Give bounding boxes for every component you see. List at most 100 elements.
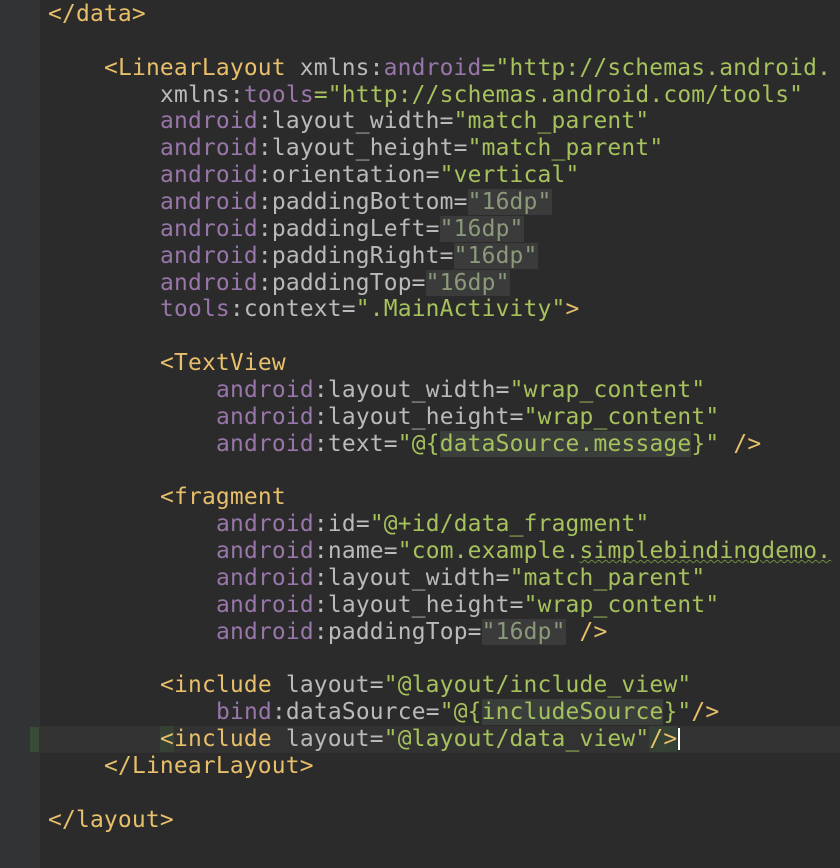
code-line[interactable]: xmlns:tools="http://schemas.android.com/… <box>160 82 803 109</box>
code-token: android <box>216 511 314 538</box>
code-token: xmlns: <box>299 54 384 81</box>
code-token: android <box>216 618 314 645</box>
code-token: android <box>216 430 314 457</box>
code-line[interactable]: <TextView <box>160 350 286 377</box>
code-token: < <box>160 725 174 752</box>
code-token: :paddingTop= <box>313 618 482 645</box>
code-token: <LinearLayout <box>104 54 300 81</box>
code-token: android <box>160 135 258 162</box>
code-token: </data> <box>48 1 146 27</box>
code-token: android <box>216 403 314 430</box>
code-token: <fragment <box>160 484 286 511</box>
code-token: "wrap_content" <box>509 376 706 403</box>
code-token: "16dp" <box>467 188 552 215</box>
code-line[interactable]: </LinearLayout> <box>104 753 314 780</box>
code-token: android <box>216 376 314 403</box>
code-line[interactable]: android:layout_height="match_parent" <box>160 135 663 162</box>
code-line[interactable]: android:layout_width="wrap_content" <box>216 377 705 404</box>
code-token: "@layout/data_view" <box>383 725 650 752</box>
code-token: /> <box>649 725 678 752</box>
code-token: </layout> <box>48 806 174 833</box>
code-token: ="http://schemas.android.com/tools" <box>313 81 804 108</box>
code-line[interactable]: tools:context=".MainActivity"> <box>160 296 579 323</box>
code-token: android <box>216 564 314 591</box>
code-line[interactable]: android:paddingRight="16dp" <box>160 242 538 270</box>
code-token: "match_parent" <box>453 108 650 135</box>
code-token: :paddingBottom= <box>257 188 468 215</box>
code-token: :context= <box>229 296 356 323</box>
code-line[interactable]: android:paddingLeft="16dp" <box>160 215 524 243</box>
code-line[interactable]: <fragment <box>160 484 286 511</box>
code-token: android <box>160 162 258 189</box>
change-marker <box>30 727 39 752</box>
code-token: android <box>383 54 482 81</box>
code-token: :layout_height= <box>257 135 468 162</box>
code-line[interactable]: android:layout_height="wrap_content" <box>216 404 719 431</box>
code-line[interactable]: android:layout_height="wrap_content" <box>216 592 719 619</box>
code-line[interactable]: <include layout="@layout/data_view"/> <box>160 725 681 753</box>
code-token: include <box>173 725 286 752</box>
code-line[interactable]: android:layout_width="match_parent" <box>216 565 705 592</box>
code-token: :layout_width= <box>257 108 454 135</box>
code-token: :paddingLeft= <box>257 215 440 242</box>
code-token: }" <box>691 430 720 457</box>
code-token: includeSource <box>481 699 664 726</box>
code-line[interactable]: android:text="@{dataSource.message}" /> <box>216 430 762 458</box>
code-line[interactable]: android:id="@+id/data_fragment" <box>216 511 649 538</box>
code-token: dataSource.message <box>439 430 692 457</box>
code-token: "@{ <box>397 430 440 457</box>
code-line[interactable]: android:name="com.example.simplebindingd… <box>216 538 831 565</box>
text-caret <box>678 728 681 751</box>
code-token: ="http://schemas.android. <box>481 54 832 81</box>
code-token: :layout_height= <box>313 591 524 618</box>
code-token: tools <box>243 81 314 108</box>
code-token: :layout_width= <box>313 376 510 403</box>
code-token: "16dp" <box>425 269 510 296</box>
code-line[interactable]: <LinearLayout xmlns:android="http://sche… <box>104 55 831 82</box>
code-token: android <box>216 591 314 618</box>
code-token: :orientation= <box>257 162 440 189</box>
code-line[interactable]: android:layout_width="match_parent" <box>160 108 649 135</box>
code-token: /> <box>565 618 608 645</box>
code-token: <TextView <box>160 350 286 377</box>
code-line[interactable]: bind:dataSource="@{includeSource}"/> <box>216 699 719 726</box>
code-token: "16dp" <box>453 242 538 269</box>
code-editor[interactable]: </data> <LinearLayout xmlns:android="http… <box>0 0 840 868</box>
code-token: layout= <box>285 725 384 752</box>
code-line[interactable]: </layout> <box>48 807 174 834</box>
code-line[interactable]: android:paddingTop="16dp" <box>160 269 510 297</box>
code-token: :paddingTop= <box>257 269 426 296</box>
code-line[interactable]: android:orientation="vertical" <box>160 162 579 189</box>
code-token: "16dp" <box>439 215 524 242</box>
code-token: android <box>160 108 258 135</box>
code-token: :name= <box>313 538 398 564</box>
code-token: android <box>160 188 258 215</box>
code-token: bind <box>216 699 272 726</box>
code-token: android <box>160 215 258 242</box>
code-token: "@layout/include_view" <box>383 672 692 699</box>
code-token: > <box>565 296 580 323</box>
code-token: </LinearLayout> <box>104 752 314 779</box>
code-token: "match_parent" <box>509 564 706 591</box>
code-line[interactable]: <include layout="@layout/include_view" <box>160 672 691 699</box>
code-token: :paddingRight= <box>257 242 454 269</box>
code-token: android <box>160 242 258 269</box>
code-token: <include <box>160 672 286 699</box>
code-token: "wrap_content" <box>523 591 720 618</box>
code-token: simplebindingdemo. <box>579 538 832 564</box>
code-line[interactable]: android:paddingBottom="16dp" <box>160 188 552 216</box>
code-token: :layout_width= <box>313 564 510 591</box>
code-token: "@+id/data_fragment" <box>369 511 650 538</box>
code-line[interactable]: android:paddingTop="16dp" /> <box>216 618 608 646</box>
code-token: ".MainActivity" <box>355 296 566 323</box>
code-token: :dataSource= <box>271 699 440 726</box>
code-token: layout= <box>285 672 384 699</box>
code-token: :id= <box>313 511 370 538</box>
code-token: /> <box>719 430 762 457</box>
code-token: :text= <box>313 430 398 457</box>
code-line[interactable]: </data> <box>48 1 146 28</box>
code-token: "com.example. <box>397 538 580 564</box>
code-token: xmlns: <box>160 81 244 108</box>
code-token: "wrap_content" <box>523 403 720 430</box>
code-token: }" <box>663 699 692 726</box>
